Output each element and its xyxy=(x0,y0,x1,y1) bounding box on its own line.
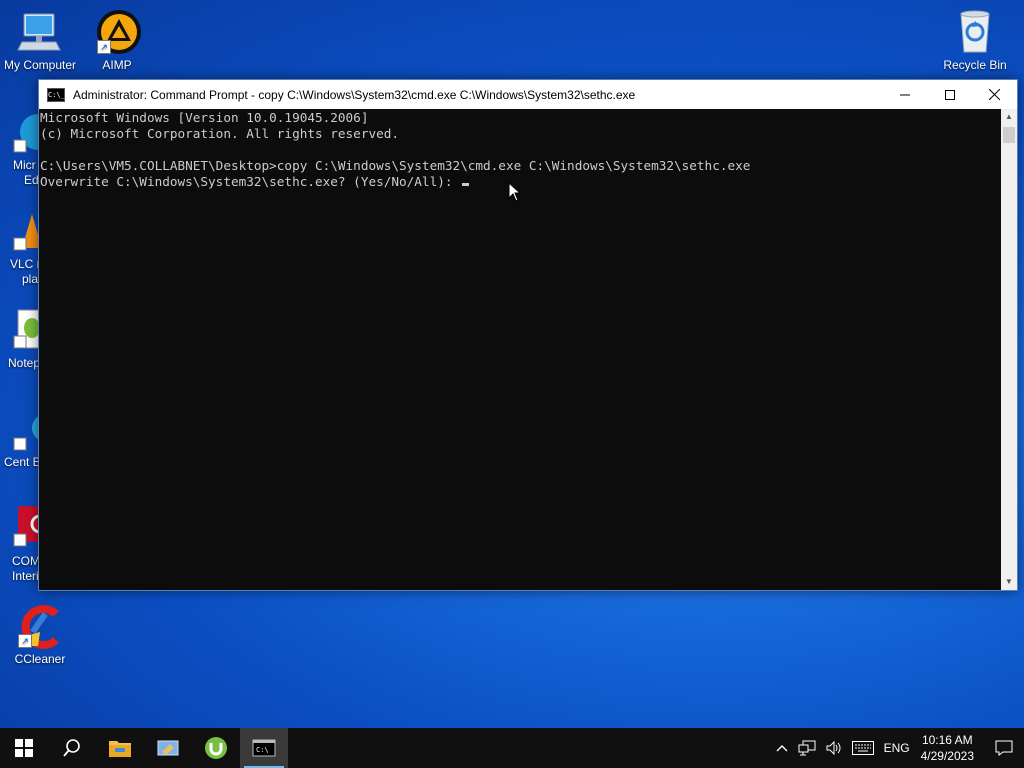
cent-browser-icon xyxy=(13,414,60,451)
shortcut-arrow-icon: ↗ xyxy=(97,40,111,54)
desktop-icon-comodo[interactable] xyxy=(12,506,50,552)
scroll-down-icon[interactable]: ▼ xyxy=(1001,574,1017,590)
comodo-icon xyxy=(13,506,50,547)
svg-text:C:\: C:\ xyxy=(256,746,269,754)
keyboard-icon xyxy=(851,741,874,755)
windows-logo-icon xyxy=(15,739,33,757)
minimize-icon xyxy=(899,94,910,95)
utorrent-icon xyxy=(205,737,227,759)
desktop-icon-label: Interi xyxy=(12,569,39,583)
text-cursor xyxy=(462,183,470,186)
desktop-icon-recycle-bin[interactable]: Recycle Bin xyxy=(935,8,1015,72)
console-line: (c) Microsoft Corporation. All rights re… xyxy=(40,126,400,141)
maximize-button[interactable] xyxy=(927,80,972,109)
desktop-icon-label: CCleaner xyxy=(14,652,66,666)
close-icon xyxy=(989,89,1000,100)
desktop-icon-label: Ed xyxy=(24,173,39,187)
minimize-button[interactable] xyxy=(882,80,927,109)
start-button[interactable] xyxy=(0,728,48,768)
chevron-up-icon xyxy=(776,745,788,752)
command-prompt-window[interactable]: C:\_ Administrator: Command Prompt - cop… xyxy=(38,79,1018,591)
system-tray: ENG 10:16 AM 4/29/2023 xyxy=(771,728,1024,768)
desktop-icon-aimp[interactable]: ↗ AIMP xyxy=(77,8,157,72)
network-button[interactable] xyxy=(798,740,816,756)
recycle-bin-icon xyxy=(951,8,999,56)
desktop-icon-label: VLC r xyxy=(10,257,41,271)
touch-keyboard-button[interactable] xyxy=(851,741,874,755)
console-line: Microsoft Windows [Version 10.0.19045.20… xyxy=(40,110,369,125)
vlc-icon xyxy=(13,214,42,251)
control-panel-icon xyxy=(157,740,179,756)
window-titlebar[interactable]: C:\_ Administrator: Command Prompt - cop… xyxy=(39,80,1017,109)
desktop-icon-label: Notep xyxy=(8,356,41,370)
desktop-icon-notepad[interactable] xyxy=(12,308,41,352)
desktop-icon-label: AIMP xyxy=(102,58,132,72)
desktop-icon-label: Recycle Bin xyxy=(943,58,1007,72)
desktop-icon-label: pla xyxy=(22,272,39,286)
desktop-icon-label: COM xyxy=(12,554,40,568)
scrollbar-thumb[interactable] xyxy=(1003,127,1015,143)
shortcut-arrow-icon: ↗ xyxy=(18,634,32,648)
console-line: C:\Users\VM5.COLLABNET\Desktop>copy C:\W… xyxy=(40,158,751,173)
computer-icon xyxy=(16,8,64,56)
desktop-icon-label: My Computer xyxy=(3,58,77,72)
search-icon xyxy=(63,739,80,757)
volume-button[interactable] xyxy=(826,741,842,755)
desktop-icon-vlc[interactable] xyxy=(12,208,42,254)
action-center-button[interactable] xyxy=(984,728,1024,768)
language-indicator[interactable]: ENG xyxy=(884,741,910,755)
desktop-icon-ccleaner[interactable]: ↗ CCleaner xyxy=(0,602,80,666)
clock-time: 10:16 AM xyxy=(921,733,973,747)
console-line: Overwrite C:\Windows\System32\sethc.exe?… xyxy=(40,174,461,189)
aimp-icon: ↗ xyxy=(93,8,141,56)
ccleaner-icon: ↗ xyxy=(16,602,64,650)
taskbar-app-control-panel[interactable] xyxy=(144,728,192,768)
maximize-icon xyxy=(944,89,955,100)
network-icon xyxy=(798,740,816,756)
cmd-icon: C:\ xyxy=(252,739,276,757)
window-title: Administrator: Command Prompt - copy C:\… xyxy=(73,87,636,102)
notepad-plus-plus-icon xyxy=(13,309,41,349)
taskbar-utorrent[interactable] xyxy=(192,728,240,768)
mouse-pointer-icon xyxy=(508,182,522,202)
desktop-icon-my-computer[interactable]: My Computer xyxy=(0,8,80,72)
show-hidden-icons-button[interactable] xyxy=(776,744,788,752)
edge-icon xyxy=(13,114,56,153)
folder-icon xyxy=(109,741,131,757)
speaker-icon xyxy=(826,741,841,755)
cmd-app-icon[interactable]: C:\_ xyxy=(47,87,65,102)
desktop-icon-edge[interactable] xyxy=(12,112,56,156)
taskbar: C:\ ENG 10:16 AM 4/29/2023 xyxy=(0,728,1024,768)
desktop-icon-label: Micr xyxy=(13,158,36,172)
taskbar-file-explorer[interactable] xyxy=(96,728,144,768)
desktop-icon-cent-browser[interactable] xyxy=(12,412,60,456)
scroll-up-icon[interactable]: ▲ xyxy=(1001,109,1017,125)
clock-date: 4/29/2023 xyxy=(920,749,974,763)
vertical-scrollbar[interactable]: ▲ ▼ xyxy=(1001,109,1017,590)
search-button[interactable] xyxy=(48,728,96,768)
taskbar-command-prompt[interactable]: C:\ xyxy=(240,728,288,768)
close-button[interactable] xyxy=(972,80,1017,109)
desktop-icon-label: Cent B xyxy=(4,455,41,469)
taskbar-clock[interactable]: 10:16 AM 4/29/2023 xyxy=(921,732,974,764)
notification-icon xyxy=(995,740,1013,756)
